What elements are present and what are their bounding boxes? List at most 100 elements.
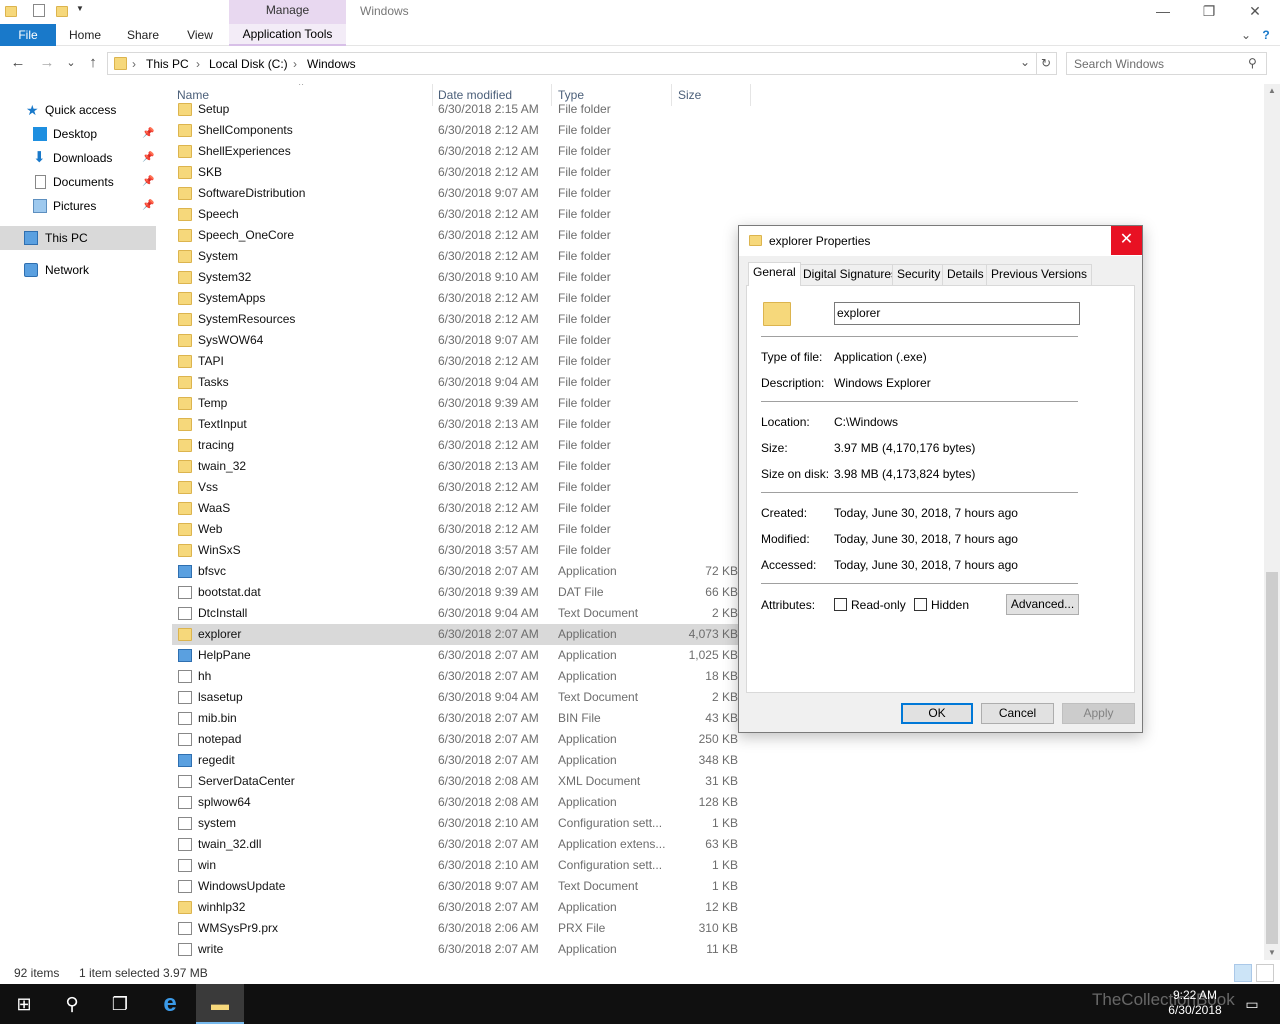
nav-item-downloads[interactable]: ⬇ Downloads 📌 xyxy=(0,146,156,170)
file-name-field[interactable]: explorer xyxy=(834,302,1080,325)
breadcrumb-this-pc[interactable]: This PC xyxy=(146,57,189,71)
manage-tab[interactable]: Manage xyxy=(229,0,346,24)
file-row[interactable]: tracing 6/30/2018 2:12 AM File folder xyxy=(172,435,738,456)
file-row[interactable]: TextInput 6/30/2018 2:13 AM File folder xyxy=(172,414,738,435)
file-row[interactable]: System 6/30/2018 2:12 AM File folder xyxy=(172,246,738,267)
tab-digital-signatures[interactable]: Digital Signatures xyxy=(798,264,903,285)
tab-home[interactable]: Home xyxy=(60,24,110,46)
file-row[interactable]: WMSysPr9.prx 6/30/2018 2:06 AM PRX File 310… xyxy=(172,918,738,939)
start-button[interactable]: ⊞ xyxy=(0,984,48,1024)
file-row[interactable]: hh 6/30/2018 2:07 AM Application 18 KB xyxy=(172,666,738,687)
file-row[interactable]: ServerDataCenter 6/30/2018 2:08 AM XML Doc… xyxy=(172,771,738,792)
file-row[interactable]: WaaS 6/30/2018 2:12 AM File folder xyxy=(172,498,738,519)
file-row[interactable]: Temp 6/30/2018 9:39 AM File folder xyxy=(172,393,738,414)
minimize-button[interactable]: — xyxy=(1140,0,1186,24)
tab-details[interactable]: Details xyxy=(942,264,989,285)
file-row[interactable]: ShellExperiences 6/30/2018 2:12 AM File fo… xyxy=(172,141,738,162)
back-button[interactable]: ← xyxy=(9,55,27,73)
hidden-label[interactable]: Hidden xyxy=(931,598,969,612)
breadcrumb-separator[interactable]: › xyxy=(132,57,136,71)
expand-ribbon-icon[interactable]: ⌄ xyxy=(1238,24,1254,46)
internet-explorer-icon[interactable]: e xyxy=(146,984,194,1024)
tab-application-tools[interactable]: Application Tools xyxy=(229,24,346,46)
pin-icon[interactable]: 📌 xyxy=(142,122,154,146)
file-row[interactable]: win 6/30/2018 2:10 AM Configuration sett..… xyxy=(172,855,738,876)
tab-previous-versions[interactable]: Previous Versions xyxy=(986,264,1093,285)
scrollbar-thumb[interactable] xyxy=(1266,572,1278,944)
restore-button[interactable]: ❐ xyxy=(1186,0,1232,24)
clock[interactable]: 9:22 AM 6/30/2018 xyxy=(1160,988,1230,1018)
file-row[interactable]: Web 6/30/2018 2:12 AM File folder xyxy=(172,519,738,540)
file-row[interactable]: DtcInstall 6/30/2018 9:04 AM Text Document… xyxy=(172,603,738,624)
tab-security[interactable]: Security xyxy=(892,264,946,285)
breadcrumb-local-disk[interactable]: Local Disk (C:) xyxy=(209,57,288,71)
vertical-scrollbar[interactable]: ▲ ▼ xyxy=(1264,84,1280,960)
file-row[interactable]: WinSxS 6/30/2018 3:57 AM File folder xyxy=(172,540,738,561)
new-folder-icon[interactable] xyxy=(56,4,70,18)
file-row[interactable]: Setup 6/30/2018 2:15 AM File folder xyxy=(172,99,738,120)
file-row[interactable]: SystemApps 6/30/2018 2:12 AM File folder xyxy=(172,288,738,309)
customize-toolbar-icon[interactable]: ▼ xyxy=(76,4,90,18)
file-row[interactable]: twain_32.dll 6/30/2018 2:07 AM Application… xyxy=(172,834,738,855)
search-icon[interactable]: ⚲ xyxy=(1248,56,1257,70)
search-input[interactable] xyxy=(1074,54,1244,74)
file-row[interactable]: notepad 6/30/2018 2:07 AM Application 250 K… xyxy=(172,729,738,750)
file-row[interactable]: system 6/30/2018 2:10 AM Configuration set… xyxy=(172,813,738,834)
close-button[interactable]: ✕ xyxy=(1232,0,1278,24)
ok-button[interactable]: OK xyxy=(901,703,973,724)
breadcrumb-separator[interactable]: › xyxy=(293,57,297,71)
pin-icon[interactable]: 📌 xyxy=(142,146,154,170)
file-row[interactable]: splwow64 6/30/2018 2:08 AM Application 128 … xyxy=(172,792,738,813)
file-row[interactable]: TAPI 6/30/2018 2:12 AM File folder xyxy=(172,351,738,372)
file-row[interactable]: SystemResources 6/30/2018 2:12 AM File fol… xyxy=(172,309,738,330)
scroll-down-icon[interactable]: ▼ xyxy=(1264,946,1280,960)
file-row[interactable]: Tasks 6/30/2018 9:04 AM File folder xyxy=(172,372,738,393)
file-row[interactable]: Vss 6/30/2018 2:12 AM File folder xyxy=(172,477,738,498)
folder-icon[interactable] xyxy=(5,4,19,18)
file-row[interactable]: winhlp32 6/30/2018 2:07 AM Application 12 K… xyxy=(172,897,738,918)
apply-button[interactable]: Apply xyxy=(1062,703,1135,724)
help-icon[interactable]: ? xyxy=(1258,24,1274,46)
large-icons-view-icon[interactable] xyxy=(1256,964,1274,982)
tab-file[interactable]: File xyxy=(0,24,56,46)
breadcrumb-separator[interactable]: › xyxy=(196,57,200,71)
nav-item-desktop[interactable]: Desktop 📌 xyxy=(0,122,156,146)
search-icon[interactable]: ⚲ xyxy=(48,984,96,1024)
details-view-icon[interactable] xyxy=(1234,964,1252,982)
pin-icon[interactable]: 📌 xyxy=(142,170,154,194)
readonly-label[interactable]: Read-only xyxy=(851,598,906,612)
file-row[interactable]: Speech_OneCore 6/30/2018 2:12 AM File fold… xyxy=(172,225,738,246)
file-row[interactable]: mib.bin 6/30/2018 2:07 AM BIN File 43 KB xyxy=(172,708,738,729)
file-row[interactable]: bfsvc 6/30/2018 2:07 AM Application 72 KB xyxy=(172,561,738,582)
file-row[interactable]: Speech 6/30/2018 2:12 AM File folder xyxy=(172,204,738,225)
scroll-up-icon[interactable]: ▲ xyxy=(1264,84,1280,98)
readonly-checkbox[interactable] xyxy=(834,598,847,611)
dialog-close-button[interactable]: ✕ xyxy=(1111,226,1142,255)
nav-item-this-pc[interactable]: This PC xyxy=(0,226,156,250)
pin-icon[interactable]: 📌 xyxy=(142,194,154,218)
file-row[interactable]: SKB 6/30/2018 2:12 AM File folder xyxy=(172,162,738,183)
column-divider[interactable] xyxy=(750,84,751,106)
cancel-button[interactable]: Cancel xyxy=(981,703,1054,724)
search-box[interactable]: ⚲ xyxy=(1066,52,1267,75)
file-row[interactable]: write 6/30/2018 2:07 AM Application 11 KB xyxy=(172,939,738,960)
file-row[interactable]: SoftwareDistribution 6/30/2018 9:07 AM Fil… xyxy=(172,183,738,204)
file-row[interactable]: regedit 6/30/2018 2:07 AM Application 348 K… xyxy=(172,750,738,771)
tab-view[interactable]: View xyxy=(178,24,222,46)
breadcrumb-windows[interactable]: Windows xyxy=(307,57,356,71)
file-row[interactable]: lsasetup 6/30/2018 9:04 AM Text Document 2 … xyxy=(172,687,738,708)
file-row[interactable]: WindowsUpdate 6/30/2018 9:07 AM Text Docum… xyxy=(172,876,738,897)
task-view-icon[interactable]: ❐ xyxy=(96,984,144,1024)
nav-item-network[interactable]: Network xyxy=(0,258,156,282)
recent-locations-button[interactable]: ⌄ xyxy=(62,55,80,73)
file-row[interactable]: System32 6/30/2018 9:10 AM File folder xyxy=(172,267,738,288)
address-bar[interactable]: › This PC › Local Disk (C:) › Windows ⌄ xyxy=(107,52,1037,75)
advanced-button[interactable]: Advanced... xyxy=(1006,594,1079,615)
notifications-icon[interactable]: ▭ xyxy=(1232,984,1272,1024)
properties-icon[interactable] xyxy=(33,4,47,18)
nav-item-quick-access[interactable]: ★ Quick access xyxy=(0,98,156,122)
tab-share[interactable]: Share xyxy=(120,24,166,46)
file-row[interactable]: bootstat.dat 6/30/2018 9:39 AM DAT File 66 … xyxy=(172,582,738,603)
nav-item-documents[interactable]: Documents 📌 xyxy=(0,170,156,194)
refresh-button[interactable]: ↻ xyxy=(1036,52,1057,75)
